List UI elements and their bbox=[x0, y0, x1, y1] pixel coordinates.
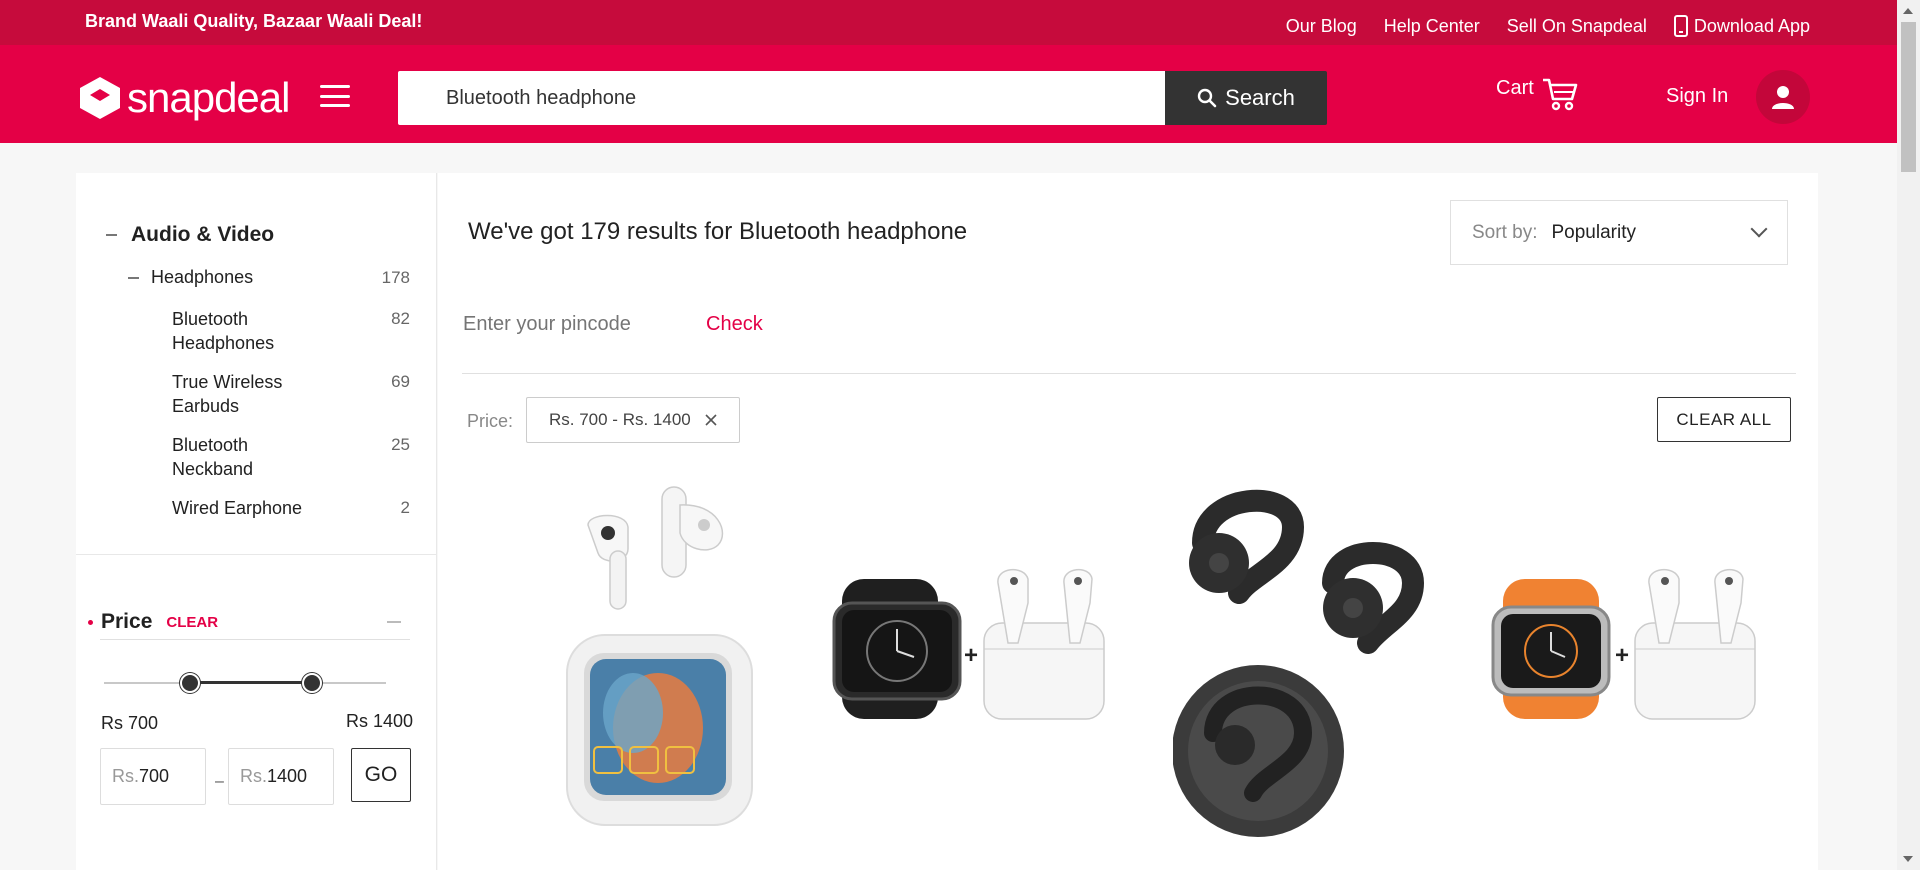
clear-all-button[interactable]: CLEAR ALL bbox=[1657, 397, 1791, 442]
active-filter-dot bbox=[88, 619, 93, 625]
help-center-link[interactable]: Help Center bbox=[1384, 15, 1480, 37]
search-button[interactable]: Search bbox=[1165, 71, 1327, 125]
category-item-count: 69 bbox=[391, 372, 410, 391]
product-image-earbuds-case[interactable] bbox=[518, 483, 778, 870]
price-slider-min-handle[interactable] bbox=[180, 673, 200, 693]
category-audio-video[interactable]: Audio & Video bbox=[106, 223, 274, 247]
mobile-phone-icon bbox=[1673, 15, 1688, 37]
product-grid: + + bbox=[518, 483, 1778, 870]
sign-in-link[interactable]: Sign In bbox=[1666, 85, 1728, 108]
currency-prefix: Rs. bbox=[240, 766, 267, 786]
search-button-label: Search bbox=[1225, 85, 1295, 110]
category-item-label: Bluetooth Neckband bbox=[172, 435, 254, 479]
product-image-black-watch-combo[interactable]: + bbox=[828, 483, 1108, 870]
scroll-up-arrow-icon[interactable] bbox=[1903, 8, 1913, 14]
subcategory-headphones[interactable]: Headphones 178 bbox=[128, 267, 410, 288]
our-blog-link[interactable]: Our Blog bbox=[1286, 15, 1357, 37]
pincode-input[interactable] bbox=[463, 313, 683, 336]
svg-text:+: + bbox=[964, 642, 978, 669]
price-go-button[interactable]: GO bbox=[351, 748, 411, 802]
price-min-label: Rs 700 bbox=[101, 713, 159, 733]
page-scrollbar[interactable] bbox=[1897, 0, 1920, 870]
price-clear-link[interactable]: CLEAR bbox=[166, 614, 218, 631]
category-item-count: 2 bbox=[400, 498, 410, 517]
category-item-label: True Wireless Earbuds bbox=[172, 372, 283, 416]
download-app-link[interactable]: Download App bbox=[1673, 15, 1810, 37]
close-icon[interactable] bbox=[705, 414, 717, 426]
cart-label: Cart bbox=[1496, 77, 1534, 99]
scroll-down-arrow-icon[interactable] bbox=[1903, 856, 1913, 862]
cart-button[interactable]: Cart bbox=[1496, 77, 1578, 111]
sort-dropdown[interactable]: Sort by: Popularity bbox=[1450, 200, 1788, 265]
search-input[interactable] bbox=[398, 71, 1165, 125]
price-filter-header: Price CLEAR bbox=[88, 610, 218, 634]
price-filter-title: Price bbox=[101, 610, 153, 633]
price-divider bbox=[100, 639, 410, 640]
snapdeal-logo-icon bbox=[80, 77, 120, 119]
top-links: Our Blog Help Center Sell On Snapdeal Do… bbox=[1286, 15, 1810, 37]
menu-icon[interactable] bbox=[320, 85, 350, 107]
category-item-count: 25 bbox=[391, 435, 410, 454]
product-image-orange-watch-combo[interactable]: + bbox=[1485, 483, 1765, 870]
filter-separator bbox=[462, 373, 1796, 374]
category-item-label: Wired Earphone bbox=[172, 498, 303, 518]
price-slider-range bbox=[191, 681, 312, 684]
pincode-check-button[interactable]: Check bbox=[706, 313, 763, 336]
user-icon[interactable] bbox=[1756, 70, 1810, 124]
category-item-bluetooth-neckband[interactable]: Bluetooth Neckband 25 bbox=[172, 433, 410, 481]
category-label: Audio & Video bbox=[131, 223, 275, 246]
price-max-input[interactable]: Rs. 1400 bbox=[228, 748, 334, 805]
cart-icon bbox=[1542, 78, 1578, 111]
product-image-open-ear-earbuds[interactable] bbox=[1173, 483, 1443, 870]
tagline: Brand Waali Quality, Bazaar Waali Deal! bbox=[85, 11, 423, 31]
applied-filter-label: Price: bbox=[467, 411, 514, 431]
sidebar-divider bbox=[76, 554, 437, 555]
main-header: snapdeal Search Cart Sign In bbox=[0, 45, 1897, 143]
currency-prefix: Rs. bbox=[112, 766, 139, 786]
collapse-icon bbox=[128, 276, 139, 279]
sort-label: Sort by: bbox=[1472, 221, 1538, 243]
collapse-icon[interactable] bbox=[387, 621, 401, 623]
price-max-label: Rs 1400 bbox=[346, 711, 414, 731]
subcategory-count: 178 bbox=[381, 267, 410, 287]
category-item-label: Bluetooth Headphones bbox=[172, 309, 275, 353]
filter-chip-label: Rs. 700 - Rs. 1400 bbox=[549, 410, 691, 429]
collapse-icon bbox=[106, 234, 117, 236]
logo-wordmark: snapdeal bbox=[127, 74, 290, 121]
search-icon bbox=[1197, 88, 1217, 108]
download-app-label: Download App bbox=[1693, 15, 1810, 36]
price-max-value: 1400 bbox=[267, 766, 308, 786]
category-item-true-wireless-earbuds[interactable]: True Wireless Earbuds 69 bbox=[172, 370, 410, 418]
sort-value: Popularity bbox=[1551, 221, 1636, 243]
subcategory-label: Headphones bbox=[151, 267, 254, 287]
top-strip: Brand Waali Quality, Bazaar Waali Deal! … bbox=[0, 0, 1897, 45]
category-item-wired-earphone[interactable]: Wired Earphone 2 bbox=[172, 496, 410, 520]
svg-text:+: + bbox=[1615, 642, 1629, 669]
sell-on-snapdeal-link[interactable]: Sell On Snapdeal bbox=[1507, 15, 1647, 37]
category-item-bluetooth-headphones[interactable]: Bluetooth Headphones 82 bbox=[172, 307, 410, 355]
price-min-value: 700 bbox=[139, 766, 170, 786]
scrollbar-thumb[interactable] bbox=[1901, 22, 1916, 172]
filter-sidebar: Audio & Video Headphones 178 Bluetooth H… bbox=[76, 173, 437, 870]
range-separator: – bbox=[215, 773, 224, 790]
category-item-count: 82 bbox=[391, 309, 410, 328]
applied-price-filter-chip[interactable]: Rs. 700 - Rs. 1400 bbox=[526, 397, 740, 443]
price-min-input[interactable]: Rs. 700 bbox=[100, 748, 206, 805]
chevron-down-icon bbox=[1750, 220, 1768, 238]
price-slider-max-handle[interactable] bbox=[302, 673, 322, 693]
snapdeal-logo[interactable]: snapdeal bbox=[77, 74, 290, 122]
results-heading: We've got 179 results for Bluetooth head… bbox=[468, 218, 968, 245]
results-panel: We've got 179 results for Bluetooth head… bbox=[438, 173, 1818, 870]
